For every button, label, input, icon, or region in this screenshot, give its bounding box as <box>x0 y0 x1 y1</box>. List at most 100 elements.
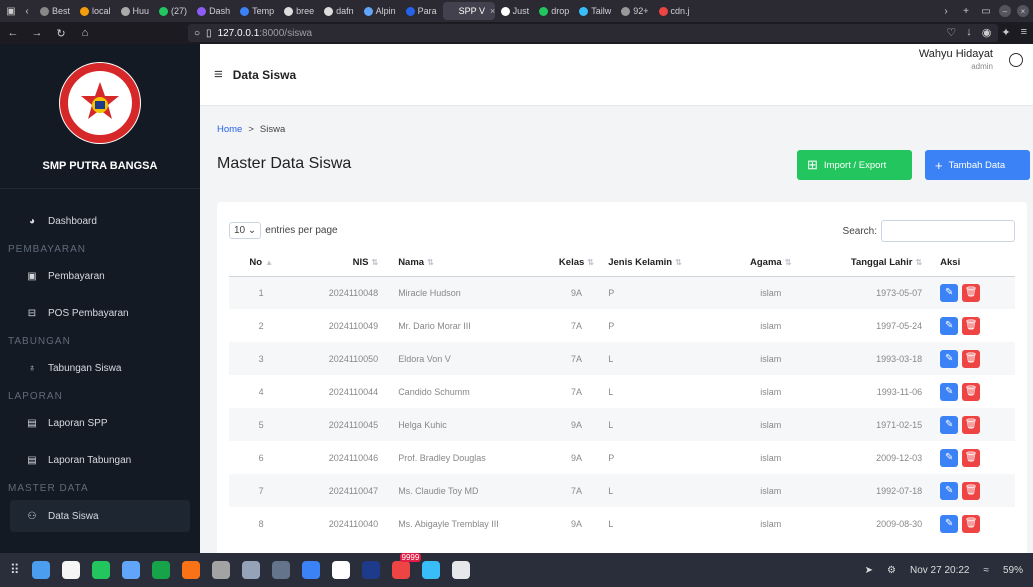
menu-icon[interactable]: ≡ <box>1021 26 1027 39</box>
home-icon[interactable]: ⌂ <box>78 26 92 40</box>
browser-tab[interactable]: Temp <box>236 2 278 20</box>
edit-icon[interactable]: ✎ <box>940 415 959 434</box>
trash-icon[interactable]: 🗑 <box>962 415 981 434</box>
taskbar-app-icon[interactable] <box>421 561 440 579</box>
taskbar-app-icon[interactable] <box>331 561 350 579</box>
new-tab-icon[interactable]: + <box>959 4 973 18</box>
edit-icon[interactable]: ✎ <box>940 316 959 335</box>
edit-icon[interactable]: ✎ <box>940 349 959 368</box>
browser-tab[interactable]: (27) <box>155 2 191 20</box>
entries-select[interactable]: 10 ⌄ <box>229 222 262 239</box>
browser-tab[interactable]: Huu <box>117 2 154 20</box>
edit-icon[interactable]: ✎ <box>940 448 959 467</box>
download-icon[interactable]: ↓ <box>966 26 972 39</box>
browser-tab[interactable]: local <box>76 2 115 20</box>
sidebar-item-tabungan-siswa[interactable]: ♁ Tabungan Siswa <box>0 350 200 387</box>
table-cell: L <box>604 342 727 375</box>
tab-list-icon[interactable]: ▣ <box>4 4 18 18</box>
browser-tab[interactable]: Para <box>402 2 441 20</box>
browser-tab[interactable]: Tailw <box>575 2 615 20</box>
taskbar-app-icon[interactable] <box>61 561 80 579</box>
favicon-icon <box>500 6 510 16</box>
url-bar[interactable]: ○ ▯ 127.0.0.1:8000/siswa ☆ <box>188 24 998 42</box>
browser-tab[interactable]: Dash <box>193 2 234 20</box>
browser-tab[interactable]: SPP V × <box>442 2 495 20</box>
tab-overview-icon[interactable]: ▭ <box>979 4 993 18</box>
browser-tab[interactable]: 92+ <box>617 2 652 20</box>
taskbar-app-icon[interactable] <box>121 561 140 579</box>
search-input[interactable] <box>881 220 1015 242</box>
import-export-button[interactable]: ⊞ Import / Export <box>797 150 912 180</box>
edit-icon[interactable]: ✎ <box>940 481 959 500</box>
tambah-data-button[interactable]: + Tambah Data <box>925 150 1030 180</box>
taskbar-app-icon[interactable] <box>181 561 200 579</box>
taskbar-app-icon[interactable] <box>241 561 260 579</box>
user-avatar-icon[interactable] <box>1009 53 1023 67</box>
entries-label: entries per page <box>265 225 338 236</box>
user-name: Wahyu Hidayat <box>918 48 993 60</box>
browser-tab-label: bree <box>296 6 315 16</box>
extensions-icon[interactable]: ✦ <box>1001 26 1010 39</box>
taskbar-app-icon[interactable] <box>361 561 380 579</box>
trash-icon[interactable]: 🗑 <box>962 481 981 500</box>
sidebar-item-laporan-tabungan[interactable]: ▤ Laporan Tabungan <box>0 442 200 479</box>
taskbar-app-icon[interactable] <box>211 561 230 579</box>
reload-icon[interactable]: ↻ <box>54 26 68 40</box>
battery-level[interactable]: 59% <box>1003 565 1023 576</box>
column-header-no[interactable]: No ▲ <box>229 250 294 277</box>
column-header-agama[interactable]: Agama ⇅ <box>726 250 816 277</box>
sidebar-item-pos-pembayaran[interactable]: ⊟ POS Pembayaran <box>0 295 200 332</box>
sidebar-item-label: Dashboard <box>48 216 97 227</box>
browser-tab[interactable]: bree <box>280 2 318 20</box>
sidebar-item-pembayaran[interactable]: ▣ Pembayaran <box>0 258 200 295</box>
close-tab-icon[interactable]: × <box>490 6 495 16</box>
close-window-icon[interactable]: × <box>1017 5 1029 17</box>
trash-icon[interactable]: 🗑 <box>962 349 981 368</box>
breadcrumb-home[interactable]: Home <box>217 124 242 135</box>
browser-tab[interactable]: cdn.j <box>655 2 694 20</box>
column-header-nama[interactable]: Nama ⇅ <box>382 250 549 277</box>
chevron-left-icon[interactable]: ‹ <box>20 4 34 18</box>
taskbar-app-icon[interactable] <box>31 561 50 579</box>
edit-icon[interactable]: ✎ <box>940 382 959 401</box>
browser-tab[interactable]: dafn <box>320 2 358 20</box>
browser-tab[interactable]: Just <box>497 2 534 20</box>
trash-icon[interactable]: 🗑 <box>962 382 981 401</box>
trash-icon[interactable]: 🗑 <box>962 514 981 533</box>
browser-tab[interactable]: drop <box>535 2 573 20</box>
sidebar-item-dashboard[interactable]: ◕ Dashboard <box>0 203 200 240</box>
column-header-jenis-kelamin[interactable]: Jenis Kelamin ⇅ <box>604 250 727 277</box>
app-grid-icon[interactable]: ⠿ <box>10 562 20 578</box>
user-info[interactable]: Wahyu Hidayat admin <box>919 48 993 71</box>
column-header-kelas[interactable]: Kelas ⇅ <box>548 250 605 277</box>
telegram-icon[interactable]: ➤ <box>865 565 873 576</box>
back-icon[interactable]: ← <box>6 26 20 40</box>
taskbar-app-icon[interactable]: 9999 <box>391 553 422 579</box>
wifi-icon[interactable]: ≈ <box>983 565 989 576</box>
column-header-tanggal-lahir[interactable]: Tanggal Lahir ⇅ <box>815 250 927 277</box>
hamburger-icon[interactable]: ≡ <box>214 66 223 83</box>
forward-icon[interactable]: → <box>30 26 44 40</box>
favicon-icon <box>324 6 334 16</box>
edit-icon[interactable]: ✎ <box>940 283 959 302</box>
taskbar-app-icon[interactable] <box>451 561 470 579</box>
browser-tab[interactable]: Best <box>36 2 74 20</box>
account-icon[interactable]: ◉ <box>982 26 992 39</box>
trash-icon[interactable]: 🗑 <box>962 448 981 467</box>
clock[interactable]: Nov 27 20:22 <box>910 565 970 576</box>
sidebar-item-data-siswa[interactable]: ⚇ Data Siswa <box>10 500 190 532</box>
pocket-icon[interactable]: ♡ <box>946 26 956 39</box>
settings-icon[interactable]: ⚙ <box>887 565 896 576</box>
taskbar-app-icon[interactable] <box>91 561 110 579</box>
browser-tab[interactable]: Alpin <box>360 2 400 20</box>
taskbar-app-icon[interactable] <box>271 561 290 579</box>
taskbar-app-icon[interactable] <box>151 561 170 579</box>
sidebar-item-laporan-spp[interactable]: ▤ Laporan SPP <box>0 405 200 442</box>
trash-icon[interactable]: 🗑 <box>962 283 981 302</box>
taskbar-app-icon[interactable] <box>301 561 320 579</box>
edit-icon[interactable]: ✎ <box>940 514 959 533</box>
minimize-icon[interactable]: – <box>999 5 1011 17</box>
chevron-right-icon[interactable]: › <box>939 4 953 18</box>
column-header-nis[interactable]: NIS ⇅ <box>293 250 383 277</box>
trash-icon[interactable]: 🗑 <box>962 316 981 335</box>
